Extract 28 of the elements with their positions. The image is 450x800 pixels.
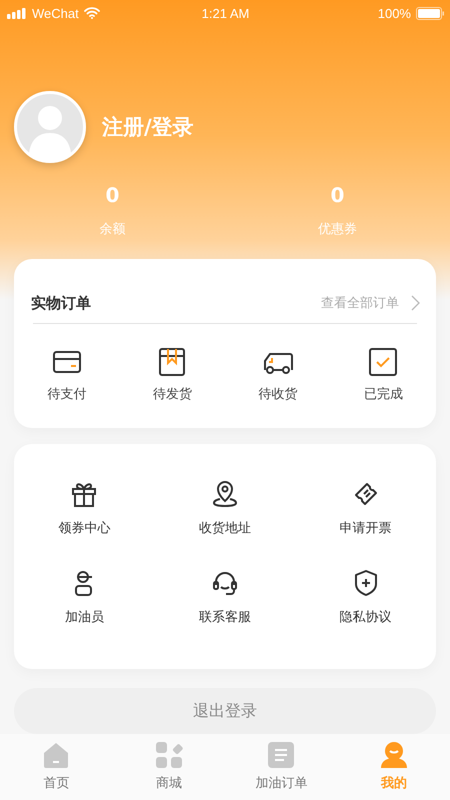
order-status-label[interactable]: 待收货 <box>258 385 298 403</box>
wifi-icon <box>84 7 100 19</box>
signal-icon <box>7 8 27 18</box>
stat-value: 0 <box>106 183 120 207</box>
status-time: 1:21 AM <box>202 6 250 20</box>
order-status-label[interactable]: 待发货 <box>152 385 192 403</box>
orders-title: 实物订单 <box>31 294 92 312</box>
tab-label[interactable]: 加油订单 <box>255 774 308 792</box>
box-icon[interactable] <box>157 348 188 376</box>
card-icon[interactable] <box>52 348 82 376</box>
chevron-right-icon <box>411 295 420 311</box>
headset-icon[interactable] <box>210 569 239 597</box>
order-status-label[interactable]: 已完成 <box>364 385 403 403</box>
battery-icon <box>416 6 444 20</box>
checkbox-icon[interactable] <box>368 348 398 376</box>
location-pin-icon[interactable] <box>210 480 239 508</box>
battery-percent: 100% <box>378 6 411 20</box>
carrier-name: WeChat <box>32 6 79 20</box>
service-label[interactable]: 联系客服 <box>198 608 251 626</box>
stat-value: 0 <box>330 183 344 207</box>
service-label[interactable]: 加油员 <box>64 608 104 626</box>
service-label[interactable]: 隐私协议 <box>340 608 392 626</box>
tab-label[interactable]: 商城 <box>156 774 182 792</box>
service-label[interactable]: 领券中心 <box>58 519 110 537</box>
service-label[interactable]: 收货地址 <box>198 519 251 537</box>
service-label[interactable]: 申请开票 <box>340 519 392 537</box>
tab-label[interactable]: 首页 <box>43 774 70 792</box>
order-status-label[interactable]: 待支付 <box>47 385 86 403</box>
